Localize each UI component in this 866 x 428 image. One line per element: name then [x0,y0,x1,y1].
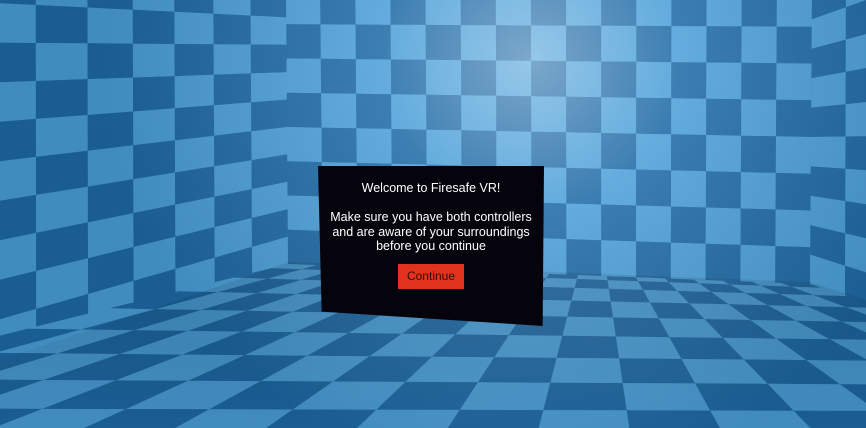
vr-scene: Welcome to Firesafe VR! Make sure you ha… [0,0,866,428]
dialog-message: Make sure you have both controllers and … [330,210,532,253]
welcome-dialog: Welcome to Firesafe VR! Make sure you ha… [318,166,544,326]
dialog-title: Welcome to Firesafe VR! [361,181,501,195]
continue-button[interactable]: Continue [398,263,464,289]
